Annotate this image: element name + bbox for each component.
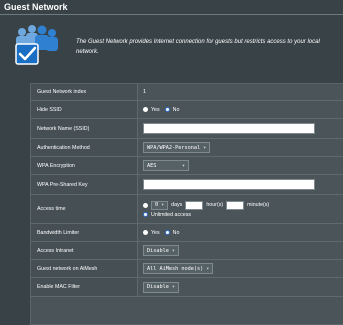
- access-time-hours-input[interactable]: [185, 200, 204, 210]
- wpa-pre-shared-key-input[interactable]: [143, 179, 315, 190]
- chevron-down-icon: ▾: [161, 202, 165, 208]
- hide-ssid-yes-radio[interactable]: [143, 107, 148, 112]
- wpa-pre-shared-key-label: WPA Pre-Shared Key: [31, 175, 138, 194]
- access-time-unlimited-label: Unlimited access: [151, 211, 192, 218]
- access-time-unlimited-radio[interactable]: [143, 212, 148, 217]
- bandwidth-limiter-yes-radio[interactable]: [143, 230, 148, 235]
- authentication-method-label: Authentication Method: [31, 139, 138, 156]
- wpa-encryption-value: AES: [147, 162, 157, 169]
- network-name-input[interactable]: [143, 123, 315, 134]
- access-time-days-select[interactable]: 0 ▾: [151, 200, 169, 210]
- wpa-encryption-label: WPA Encryption: [31, 157, 138, 174]
- bandwidth-limiter-yes-label: Yes: [151, 229, 160, 236]
- row-access-intranet: Access Intranet Disable ▾: [31, 242, 343, 260]
- wpa-encryption-select[interactable]: AES ▾: [143, 160, 189, 171]
- hide-ssid-no-radio[interactable]: [164, 107, 170, 112]
- access-time-days-value: 0: [155, 202, 159, 208]
- guest-network-settings-table: Guest Network index 1 Hide SSID Yes No N…: [30, 83, 343, 325]
- guest-network-on-aimesh-value: All AiMesh node(s): [147, 265, 204, 272]
- row-access-time: Access time 0 ▾ days hour(s) minute(s) U…: [31, 195, 343, 224]
- chevron-down-icon: ▾: [181, 162, 185, 169]
- enable-mac-filter-value: Disable: [147, 284, 169, 290]
- row-bandwidth-limiter: Bandwidth Limiter Yes No: [31, 224, 343, 242]
- guest-network-index-label: Guest Network index: [31, 84, 138, 100]
- access-intranet-label: Access Intranet: [31, 242, 138, 259]
- hide-ssid-yes-label: Yes: [151, 106, 160, 113]
- enable-mac-filter-label: Enable MAC Filter: [31, 278, 138, 296]
- access-time-minutes-unit: minute(s): [247, 202, 270, 208]
- network-name-label: Network Name (SSID): [31, 119, 138, 138]
- guest-network-index-value: 1: [143, 89, 146, 95]
- guest-users-checkmark-icon: [15, 25, 58, 65]
- row-guest-network-on-aimesh: Guest network on AiMesh All AiMesh node(…: [31, 260, 343, 278]
- chevron-down-icon: ▾: [206, 265, 210, 272]
- row-guest-network-index: Guest Network index 1: [31, 84, 343, 101]
- access-time-hours-unit: hour(s): [206, 202, 224, 208]
- title-divider: [0, 14, 343, 15]
- hide-ssid-no-label: No: [172, 106, 180, 113]
- row-wpa-pre-shared-key: WPA Pre-Shared Key: [31, 175, 343, 195]
- row-authentication-method: Authentication Method WPA/WPA2-Personal …: [31, 139, 343, 157]
- bandwidth-limiter-no-label: No: [172, 229, 180, 236]
- chevron-down-icon: ▾: [171, 284, 175, 290]
- access-intranet-value: Disable: [147, 247, 169, 254]
- chevron-down-icon: ▾: [171, 247, 175, 254]
- row-wpa-encryption: WPA Encryption AES ▾: [31, 157, 343, 175]
- row-enable-mac-filter: Enable MAC Filter Disable ▾: [31, 278, 343, 297]
- access-time-label: Access time: [31, 195, 138, 223]
- authentication-method-value: WPA/WPA2-Personal: [147, 144, 201, 151]
- bandwidth-limiter-label: Bandwidth Limiter: [31, 224, 138, 241]
- enable-mac-filter-select[interactable]: Disable ▾: [143, 281, 179, 293]
- access-time-limited-radio[interactable]: [143, 202, 148, 208]
- chevron-down-icon: ▾: [203, 144, 207, 151]
- access-intranet-select[interactable]: Disable ▾: [143, 245, 179, 256]
- hide-ssid-label: Hide SSID: [31, 101, 138, 118]
- page-description: The Guest Network provides Internet conn…: [76, 39, 320, 55]
- row-hide-ssid: Hide SSID Yes No: [31, 101, 343, 119]
- guest-network-on-aimesh-label: Guest network on AiMesh: [31, 260, 138, 277]
- guest-network-on-aimesh-select[interactable]: All AiMesh node(s) ▾: [143, 263, 214, 274]
- access-time-days-unit: days: [171, 202, 183, 208]
- authentication-method-select[interactable]: WPA/WPA2-Personal ▾: [143, 142, 211, 153]
- bandwidth-limiter-no-radio[interactable]: [164, 230, 170, 235]
- access-time-minutes-input[interactable]: [226, 200, 245, 210]
- row-network-name: Network Name (SSID): [31, 119, 343, 139]
- page-title: Guest Network: [4, 2, 68, 12]
